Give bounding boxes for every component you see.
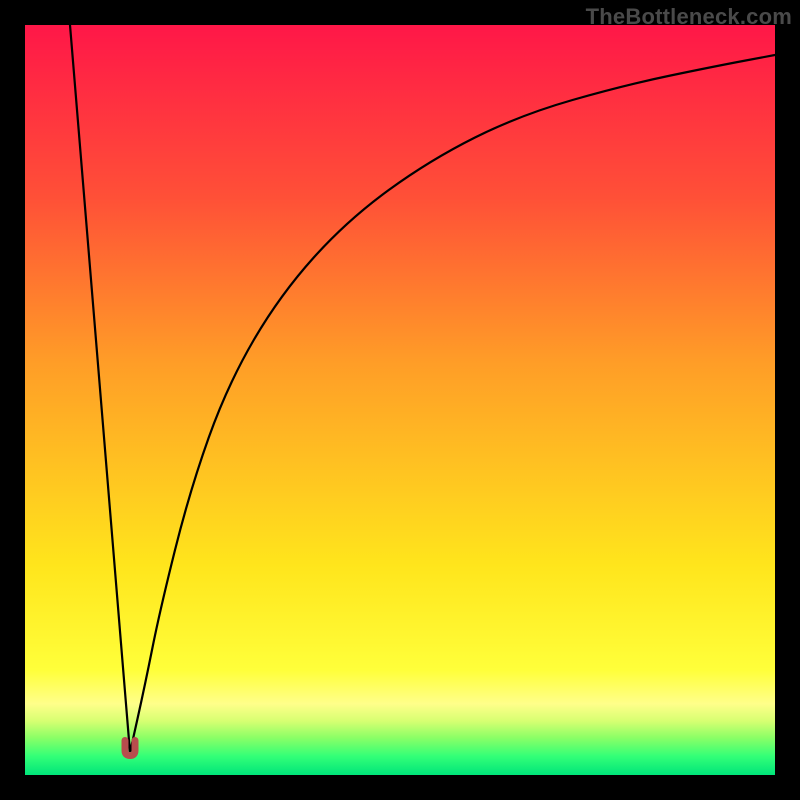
chart-frame: TheBottleneck.com: [0, 0, 800, 800]
gradient-background: [25, 25, 775, 775]
chart-plot: [25, 25, 775, 775]
watermark-text: TheBottleneck.com: [586, 4, 792, 30]
